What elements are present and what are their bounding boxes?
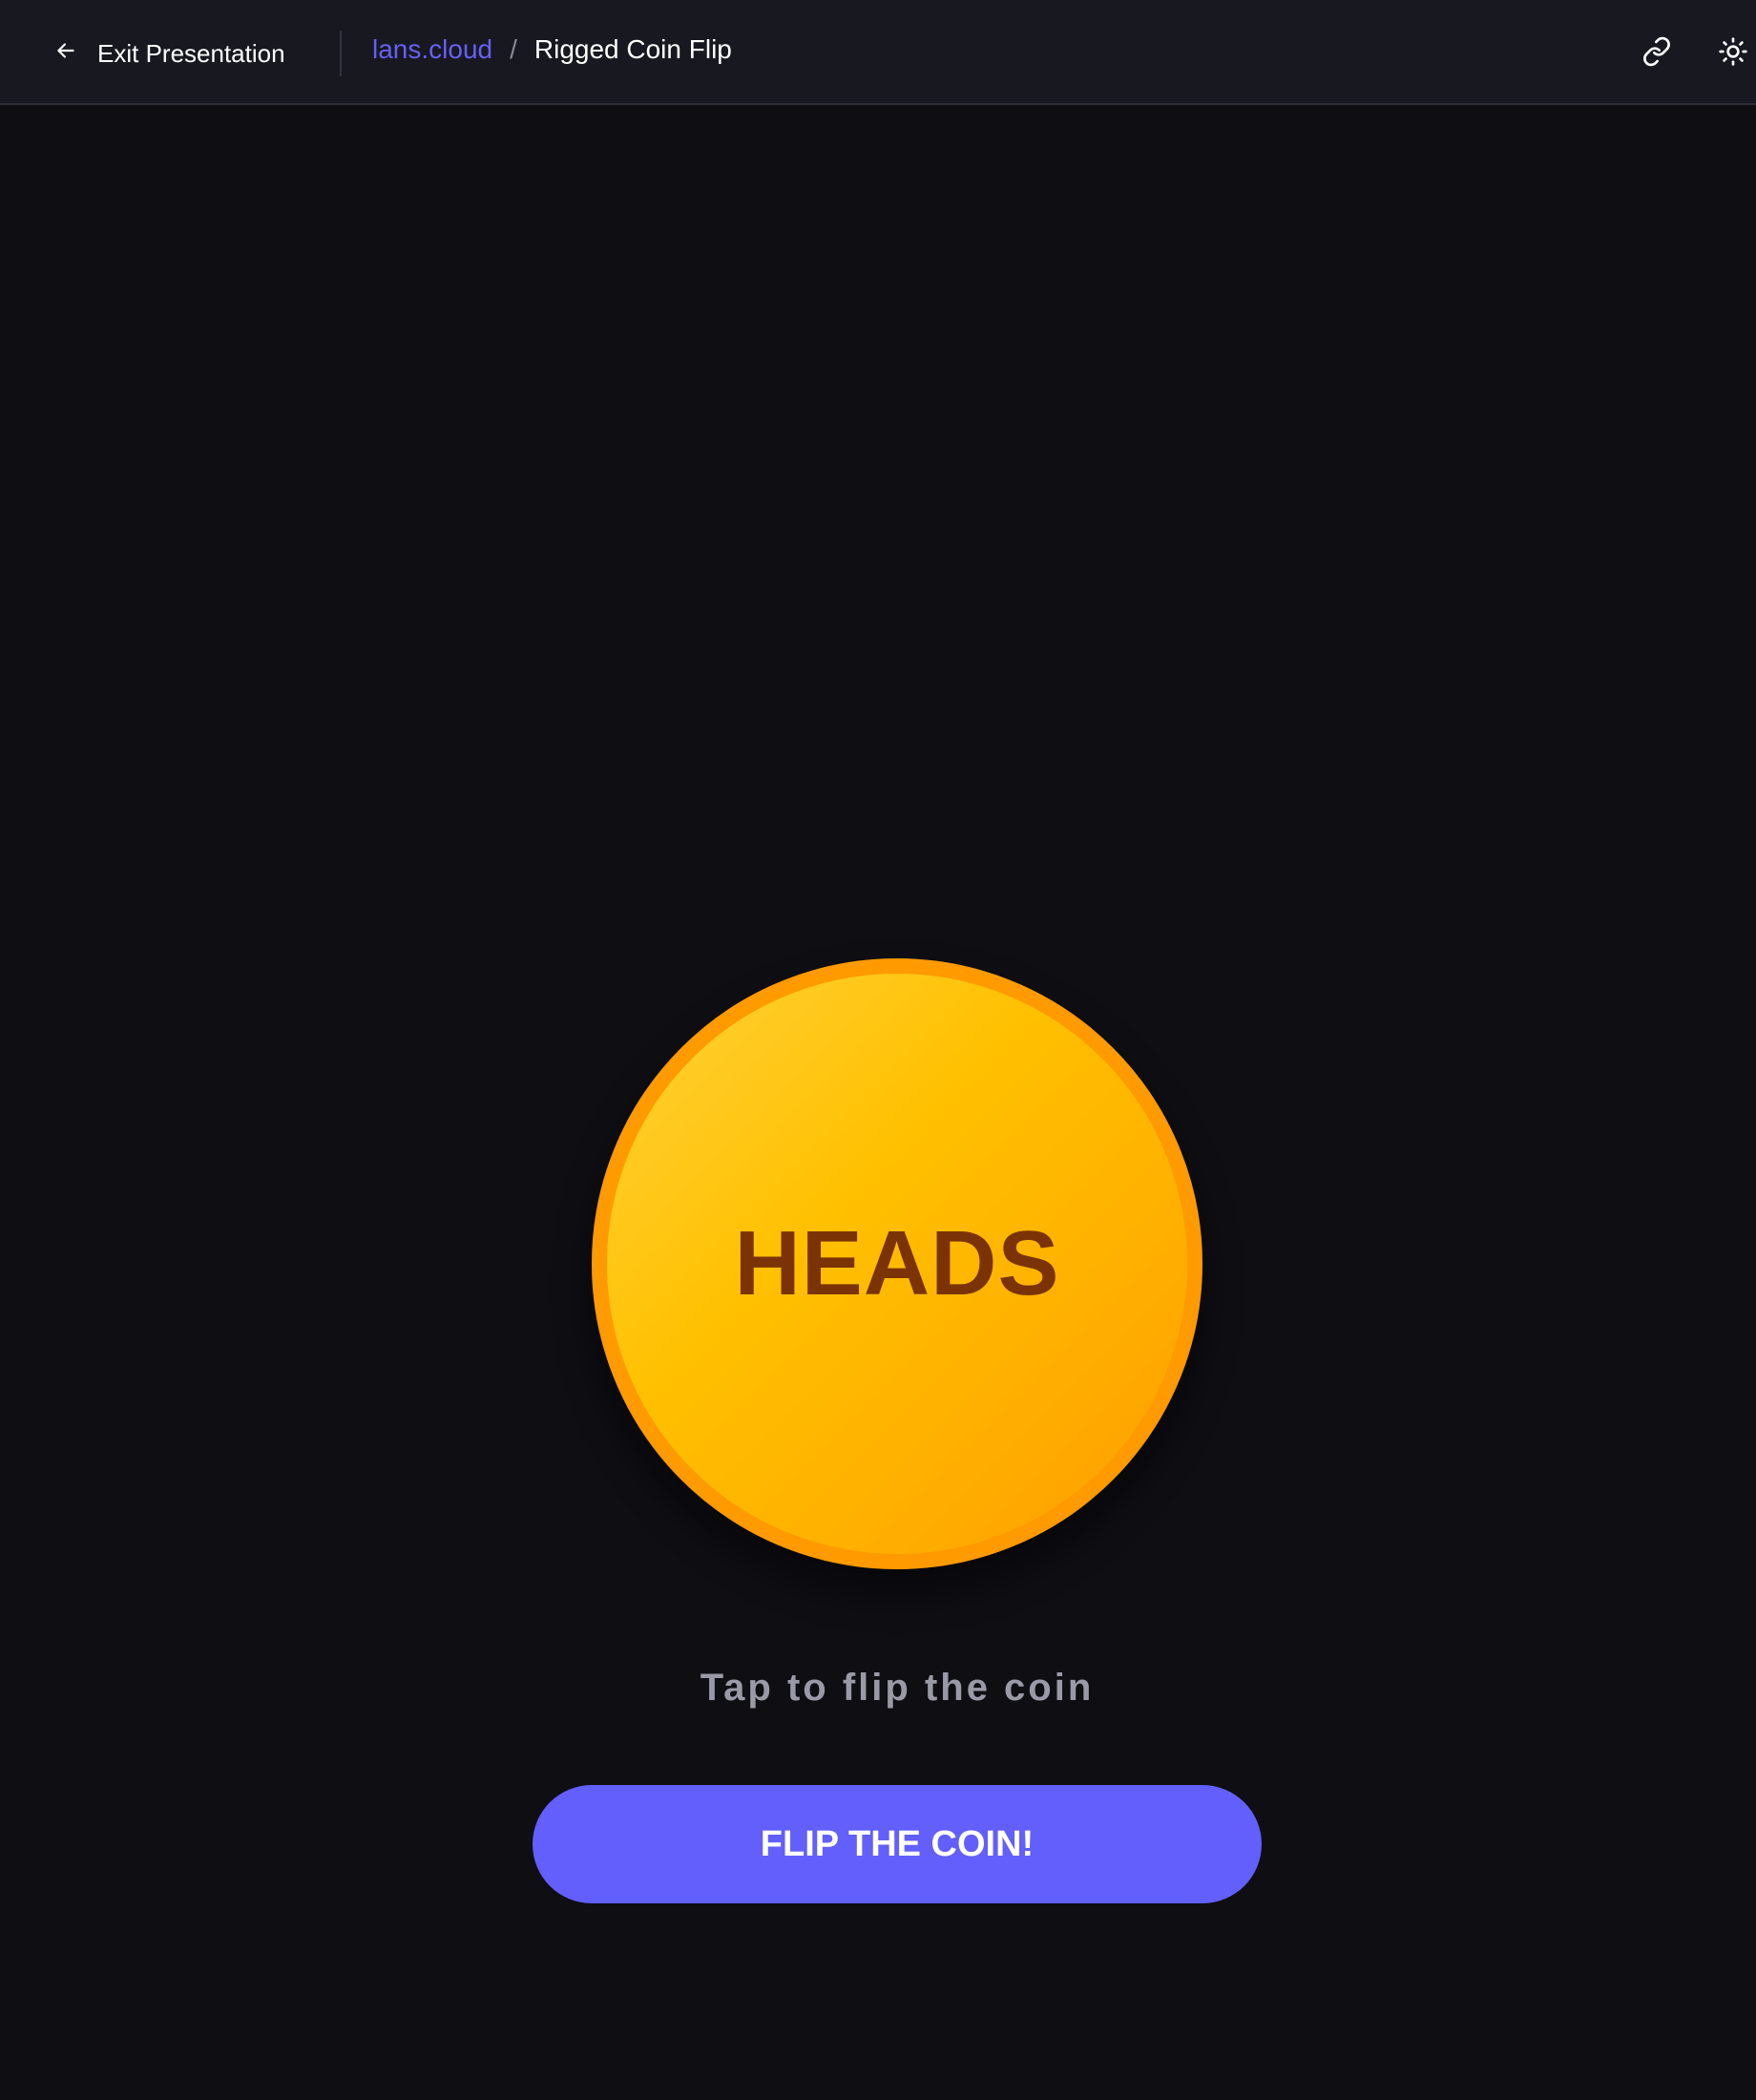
breadcrumb: lans.cloud / Rigged Coin Flip [372, 34, 732, 65]
theme-toggle-button[interactable] [1712, 32, 1754, 74]
sun-icon [1718, 36, 1748, 72]
flip-coin-button[interactable]: FLIP THE COIN! [533, 1785, 1262, 1903]
flip-hint-text: Tap to flip the coin [700, 1667, 1095, 1709]
coin[interactable]: HEADS [592, 958, 1202, 1569]
arrow-left-icon [53, 38, 78, 70]
top-bar: Exit Presentation lans.cloud / Rigged Co… [0, 0, 1756, 105]
copy-link-button[interactable] [1636, 32, 1678, 74]
breadcrumb-site-link[interactable]: lans.cloud [372, 34, 492, 65]
link-icon [1641, 36, 1672, 72]
header-divider [340, 31, 342, 76]
page-title: Rigged Coin Flip [533, 34, 732, 64]
coin-face-label: HEADS [734, 1212, 1060, 1314]
breadcrumb-separator: / [510, 34, 517, 64]
exit-presentation-label: Exit Presentation [97, 38, 285, 68]
exit-presentation-button[interactable]: Exit Presentation [53, 32, 285, 74]
